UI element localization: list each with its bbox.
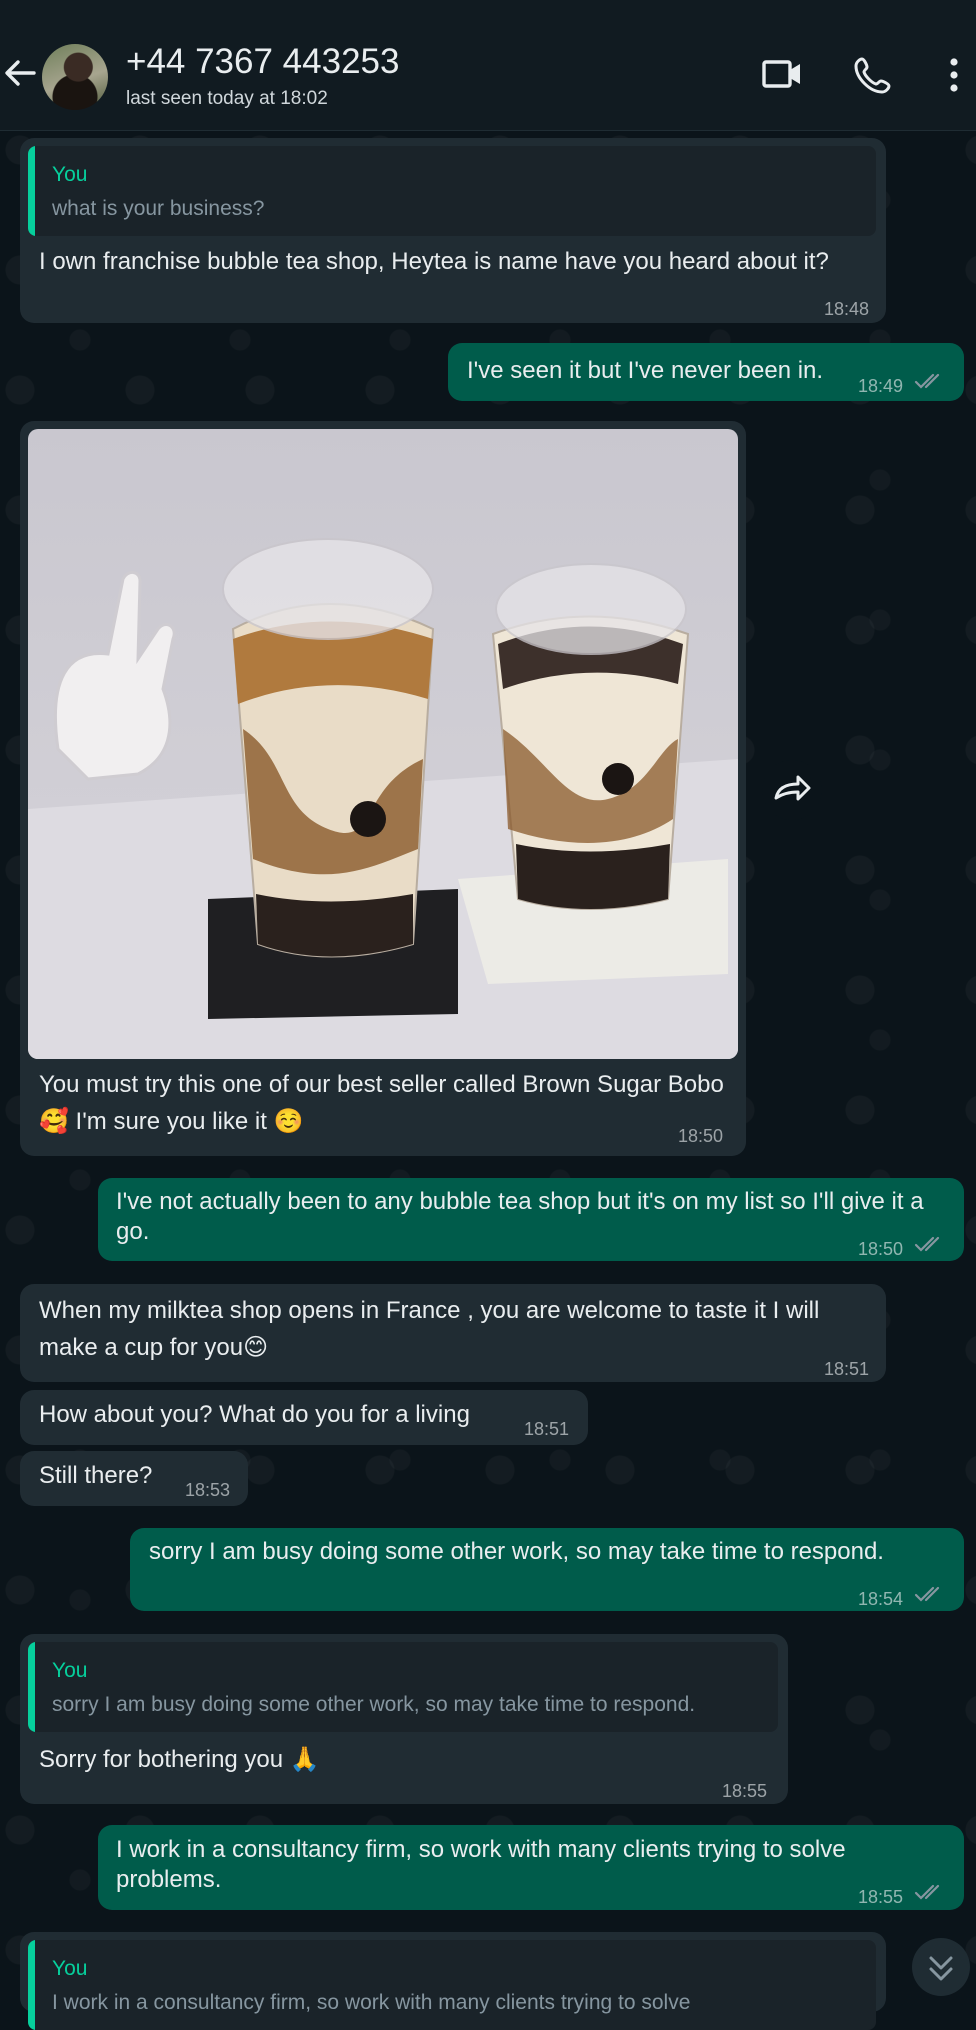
quoted-message[interactable]: You I work in a consultancy firm, so wor… [28,1940,876,2030]
message-time: 18:51 [524,1419,570,1439]
quote-text: what is your business? [52,197,265,220]
read-ticks-icon [914,373,940,389]
message-bubble-outgoing[interactable]: sorry I am busy doing some other work, s… [130,1528,964,1611]
read-ticks-icon [914,1586,940,1602]
message-time: 18:50 [678,1126,724,1146]
contact-name[interactable]: +44 7367 443253 [126,42,399,82]
message-text: I work in a consultancy firm, so work wi… [116,1836,846,1893]
chat-header: +44 7367 443253 last seen today at 18:02 [0,0,976,131]
message-bubble-incoming[interactable]: You I work in a consultancy firm, so wor… [20,1932,886,2030]
message-time: 18:51 [824,1359,870,1379]
quote-accent-bar [28,1940,35,2030]
voice-call-icon[interactable] [854,56,892,94]
message-text: Still there? [39,1462,153,1489]
message-time: 18:50 [858,1239,904,1259]
message-text: You must try this one of our best seller… [39,1071,724,1135]
quote-text: I work in a consultancy firm, so work wi… [52,1991,691,2014]
video-call-icon[interactable] [762,56,802,92]
read-ticks-icon [914,1236,940,1252]
message-time: 18:48 [824,299,870,319]
message-bubble-incoming[interactable]: When my milktea shop opens in France , y… [20,1284,886,1382]
quote-text: sorry I am busy doing some other work, s… [52,1693,696,1716]
message-text: sorry I am busy doing some other work, s… [149,1538,884,1565]
quoted-message[interactable]: You what is your business? [28,146,876,236]
message-text: I own franchise bubble tea shop, Heytea … [39,248,829,275]
message-bubble-incoming[interactable]: You what is your business? I own franchi… [20,138,886,323]
quote-accent-bar [28,146,35,236]
message-bubble-incoming[interactable]: How about you? What do you for a living … [20,1390,588,1445]
message-text: Sorry for bothering you 🙏 [39,1746,320,1773]
scroll-to-bottom-icon[interactable] [912,1938,970,1996]
quote-author: You [52,1957,88,1980]
back-arrow-icon[interactable] [2,55,38,91]
quote-author: You [52,163,88,186]
quote-author: You [52,1659,88,1682]
message-bubble-incoming[interactable]: Still there? 18:53 [20,1451,248,1506]
quote-accent-bar [28,1642,35,1732]
message-bubble-outgoing[interactable]: I've not actually been to any bubble tea… [98,1178,964,1261]
quoted-message[interactable]: You sorry I am busy doing some other wor… [28,1642,778,1732]
contact-avatar[interactable] [42,44,108,110]
message-bubble-incoming[interactable]: You sorry I am busy doing some other wor… [20,1634,788,1804]
message-text: How about you? What do you for a living [39,1401,470,1428]
message-time: 18:49 [858,376,904,396]
message-time: 18:55 [858,1887,904,1907]
message-time: 18:55 [722,1781,768,1801]
message-text: I've seen it but I've never been in. [467,357,824,384]
message-text: When my milktea shop opens in France , y… [39,1297,820,1361]
bubble-tea-photo[interactable] [28,429,738,1059]
last-seen-status: last seen today at 18:02 [126,88,328,109]
forward-icon[interactable] [762,760,822,820]
message-bubble-outgoing[interactable]: I work in a consultancy firm, so work wi… [98,1825,964,1910]
message-text: I've not actually been to any bubble tea… [116,1188,924,1245]
message-time: 18:53 [185,1480,231,1500]
message-time: 18:54 [858,1589,904,1609]
read-ticks-icon [914,1884,940,1900]
more-options-icon[interactable] [946,56,962,94]
message-bubble-outgoing[interactable]: I've seen it but I've never been in. 18:… [448,343,964,401]
